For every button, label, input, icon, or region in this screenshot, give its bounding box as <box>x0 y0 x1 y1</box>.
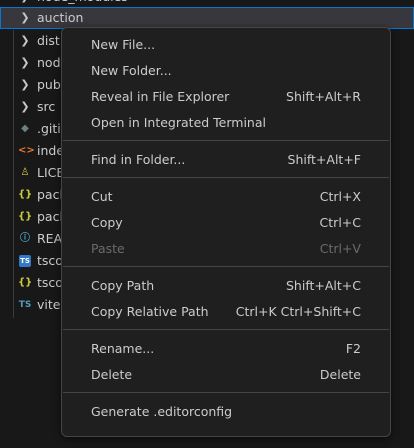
tree-item-label: inde <box>37 143 65 158</box>
chevron-right-icon: ❯ <box>20 78 30 91</box>
typescript-icon: TS <box>18 300 32 310</box>
vscode-window: ❯ node_modules ❯ auction ❯ dist ❯ nod ❯ … <box>0 0 414 448</box>
tree-item-label: pub <box>37 77 61 92</box>
menu-item-label: Open in Integrated Terminal <box>91 115 266 130</box>
menu-item-label: New File... <box>91 37 156 52</box>
tree-item-label: tsco <box>37 253 63 268</box>
menu-item-shortcut: Shift+Alt+F <box>287 152 361 167</box>
tree-item-label: auction <box>37 10 84 25</box>
json-braces-icon: {} <box>18 189 33 200</box>
tree-item-label: tsco <box>37 275 63 290</box>
menu-item-label: Delete <box>91 367 133 382</box>
chevron-right-icon: ❯ <box>20 11 30 24</box>
menu-item-cut[interactable]: Cut Ctrl+X <box>63 184 389 210</box>
chevron-right-icon: ❯ <box>20 100 30 113</box>
menu-item-copy-relative-path[interactable]: Copy Relative Path Ctrl+K Ctrl+Shift+C <box>63 299 389 325</box>
tree-item-label: REA <box>37 231 63 246</box>
tree-item-label: dist <box>37 33 60 48</box>
menu-item-label: Cut <box>91 189 113 204</box>
menu-item-find-in-folder[interactable]: Find in Folder... Shift+Alt+F <box>63 147 389 173</box>
menu-item-label: Generate .editorconfig <box>91 404 233 419</box>
tree-item-auction[interactable]: ❯ auction <box>0 7 414 29</box>
menu-item-label: Copy <box>91 215 123 230</box>
menu-item-copy-path[interactable]: Copy Path Shift+Alt+C <box>63 273 389 299</box>
chevron-right-icon: ❯ <box>20 56 30 69</box>
menu-item-new-file[interactable]: New File... <box>63 32 389 58</box>
license-ribbon-icon: ♙ <box>20 167 30 178</box>
tree-item-label: pacl <box>37 209 63 224</box>
menu-item-shortcut: Ctrl+C <box>319 215 361 230</box>
menu-item-shortcut: Delete <box>319 367 361 382</box>
menu-item-shortcut: Shift+Alt+C <box>285 278 361 293</box>
menu-item-reveal-in-file-explorer[interactable]: Reveal in File Explorer Shift+Alt+R <box>63 84 389 110</box>
menu-item-delete[interactable]: Delete Delete <box>63 362 389 388</box>
git-diamond-icon: ◆ <box>21 123 29 134</box>
menu-item-shortcut: F2 <box>345 341 361 356</box>
menu-item-label: Rename... <box>91 341 155 356</box>
menu-item-rename[interactable]: Rename... F2 <box>63 336 389 362</box>
menu-separator <box>63 177 389 178</box>
info-circle-icon: ⓘ <box>20 233 30 244</box>
context-menu: New File... New Folder... Reveal in File… <box>61 27 391 437</box>
menu-item-new-folder[interactable]: New Folder... <box>63 58 389 84</box>
html-brackets-icon: <> <box>18 145 35 156</box>
menu-item-label: Copy Relative Path <box>91 304 209 319</box>
tree-item-label: nod <box>37 55 61 70</box>
menu-item-copy[interactable]: Copy Ctrl+C <box>63 210 389 236</box>
menu-separator <box>63 140 389 141</box>
menu-separator <box>63 392 389 393</box>
menu-item-shortcut: Ctrl+K Ctrl+Shift+C <box>235 304 361 319</box>
menu-item-generate-editorconfig[interactable]: Generate .editorconfig <box>63 399 389 425</box>
tree-item-label: pacl <box>37 187 63 202</box>
tsconfig-icon: TS <box>19 255 31 267</box>
menu-item-shortcut: Ctrl+X <box>319 189 361 204</box>
menu-separator <box>63 329 389 330</box>
menu-item-shortcut: Ctrl+V <box>319 241 361 256</box>
menu-item-label: Copy Path <box>91 278 155 293</box>
tree-item-label: src <box>37 99 56 114</box>
menu-separator <box>63 266 389 267</box>
chevron-right-icon: ❯ <box>20 34 30 47</box>
menu-item-open-in-integrated-terminal[interactable]: Open in Integrated Terminal <box>63 110 389 136</box>
json-braces-icon: {} <box>18 211 33 222</box>
menu-item-paste: Paste Ctrl+V <box>63 236 389 262</box>
menu-item-label: Paste <box>91 241 125 256</box>
menu-item-label: Find in Folder... <box>91 152 186 167</box>
menu-item-shortcut: Shift+Alt+R <box>286 89 361 104</box>
menu-item-label: Reveal in File Explorer <box>91 89 230 104</box>
json-braces-icon: {} <box>18 277 33 288</box>
menu-item-label: New Folder... <box>91 63 172 78</box>
